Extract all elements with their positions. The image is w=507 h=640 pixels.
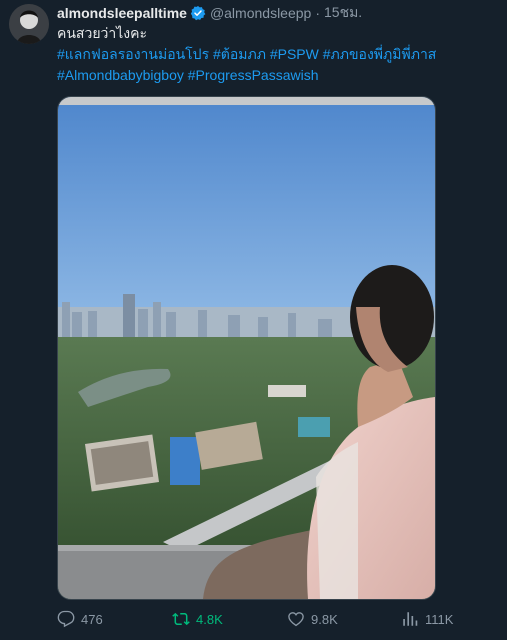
bar-chart-icon — [403, 612, 418, 626]
tweet[interactable]: almondsleepalltime @almondsleepp · 15ชม.… — [0, 0, 507, 640]
timestamp[interactable]: 15ชม. — [324, 2, 362, 24]
display-name[interactable]: almondsleepalltime — [57, 5, 187, 21]
avatar[interactable] — [9, 4, 49, 44]
tweet-photo[interactable] — [57, 96, 436, 600]
tweet-text: คนสวยว่าไงคะ — [57, 25, 148, 41]
like-button[interactable]: 9.8K — [287, 610, 338, 628]
heart-icon — [288, 612, 304, 627]
hashtags-line-1[interactable]: #แลกฟอลรองานม่อนโปร #ต้อมภภ #PSPW #ภภของ… — [57, 45, 436, 63]
reply-button[interactable]: 476 — [57, 610, 103, 628]
like-count: 9.8K — [311, 611, 338, 627]
views-count: 111K — [425, 611, 454, 627]
tweet-actions: 476 4.8K 9.8K 111K — [57, 610, 457, 630]
handle[interactable]: @almondsleepp — [210, 5, 311, 21]
verified-badge-icon — [190, 5, 206, 21]
retweet-arrows-icon — [172, 612, 190, 626]
hashtags-line-2[interactable]: #Almondbabybigboy #ProgressPassawish — [57, 66, 318, 84]
speech-bubble-icon — [57, 610, 75, 628]
retweet-button[interactable]: 4.8K — [172, 610, 223, 628]
views-button[interactable]: 111K — [401, 610, 453, 628]
tweet-header: almondsleepalltime @almondsleepp · 15ชม. — [57, 4, 362, 22]
reply-count: 476 — [81, 611, 103, 627]
retweet-count: 4.8K — [196, 611, 223, 627]
separator-dot: · — [315, 5, 320, 21]
